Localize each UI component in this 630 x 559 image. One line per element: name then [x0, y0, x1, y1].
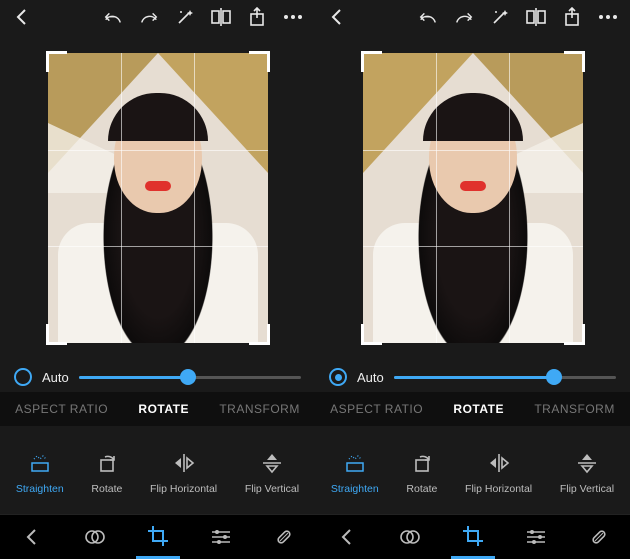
auto-enhance-icon[interactable] — [490, 7, 510, 27]
tool-label: Flip Horizontal — [465, 483, 532, 495]
heal-icon — [589, 527, 609, 547]
compare-icon[interactable] — [526, 7, 546, 27]
crop-grid-line — [363, 150, 583, 151]
auto-radio[interactable] — [329, 368, 347, 386]
crop-grid-line — [509, 53, 510, 343]
auto-radio[interactable] — [14, 368, 32, 386]
crop-handle-tr[interactable] — [249, 51, 270, 72]
undo-icon[interactable] — [418, 7, 438, 27]
crop-handle-bl[interactable] — [361, 324, 382, 345]
crop-handle-br[interactable] — [564, 324, 585, 345]
back-icon — [25, 528, 39, 546]
tab-aspect-ratio[interactable]: ASPECT RATIO — [330, 402, 423, 416]
crop-icon — [462, 525, 484, 547]
tool-label: Straighten — [331, 483, 379, 495]
tool-straighten[interactable]: Straighten — [16, 450, 64, 495]
flipv-icon — [259, 450, 285, 476]
crop-handle-tr[interactable] — [564, 51, 585, 72]
tool-label: Flip Vertical — [560, 483, 614, 495]
straighten-slider[interactable] — [394, 376, 616, 379]
looks-icon — [84, 528, 106, 546]
nav-heal[interactable] — [262, 517, 306, 557]
more-icon[interactable] — [598, 7, 618, 27]
tool-fliph[interactable]: Flip Horizontal — [465, 450, 532, 495]
crop-handle-tl[interactable] — [46, 51, 67, 72]
sliders-icon — [210, 528, 232, 546]
tool-label: Rotate — [91, 483, 122, 495]
slider-thumb[interactable] — [180, 369, 196, 385]
tool-rotate[interactable]: Rotate — [91, 450, 122, 495]
tab-transform[interactable]: TRANSFORM — [534, 402, 615, 416]
tool-flipv[interactable]: Flip Vertical — [560, 450, 614, 495]
tool-label: Flip Horizontal — [150, 483, 217, 495]
flipv-icon — [574, 450, 600, 476]
straighten-slider[interactable] — [79, 376, 301, 379]
nav-back[interactable] — [325, 517, 369, 557]
tab-aspect-ratio[interactable]: ASPECT RATIO — [15, 402, 108, 416]
rotate-icon — [94, 450, 120, 476]
nav-adjust[interactable] — [514, 517, 558, 557]
heal-icon — [274, 527, 294, 547]
tool-fliph[interactable]: Flip Horizontal — [150, 450, 217, 495]
tool-rotate[interactable]: Rotate — [406, 450, 437, 495]
crop-grid-line — [121, 53, 122, 343]
crop-handle-bl[interactable] — [46, 324, 67, 345]
auto-label: Auto — [42, 370, 69, 385]
crop-grid-line — [48, 150, 268, 151]
tool-label: Straighten — [16, 483, 64, 495]
nav-crop[interactable] — [451, 516, 495, 559]
tool-flipv[interactable]: Flip Vertical — [245, 450, 299, 495]
tab-rotate[interactable]: ROTATE — [138, 402, 189, 416]
crop-grid-line — [194, 53, 195, 343]
straighten-icon — [342, 450, 368, 476]
back-icon[interactable] — [12, 7, 32, 27]
crop-handle-br[interactable] — [249, 324, 270, 345]
auto-enhance-icon[interactable] — [175, 7, 195, 27]
sliders-icon — [525, 528, 547, 546]
crop-grid-line — [363, 246, 583, 247]
tool-straighten[interactable]: Straighten — [331, 450, 379, 495]
image-canvas[interactable] — [0, 34, 315, 362]
rotate-icon — [409, 450, 435, 476]
fliph-icon — [486, 450, 512, 476]
nav-heal[interactable] — [577, 517, 621, 557]
looks-icon — [399, 528, 421, 546]
redo-icon[interactable] — [139, 7, 159, 27]
crop-handle-tl[interactable] — [361, 51, 382, 72]
crop-grid-line — [436, 53, 437, 343]
undo-icon[interactable] — [103, 7, 123, 27]
crop-grid-line — [48, 246, 268, 247]
nav-back[interactable] — [10, 517, 54, 557]
back-icon — [340, 528, 354, 546]
compare-icon[interactable] — [211, 7, 231, 27]
tool-label: Flip Vertical — [245, 483, 299, 495]
slider-thumb[interactable] — [546, 369, 562, 385]
nav-looks[interactable] — [73, 517, 117, 557]
nav-looks[interactable] — [388, 517, 432, 557]
crop-icon — [147, 525, 169, 547]
photo — [363, 53, 583, 343]
share-icon[interactable] — [562, 7, 582, 27]
tab-transform[interactable]: TRANSFORM — [219, 402, 300, 416]
photo — [48, 53, 268, 343]
straighten-icon — [27, 450, 53, 476]
nav-crop[interactable] — [136, 516, 180, 559]
share-icon[interactable] — [247, 7, 267, 27]
image-canvas[interactable] — [315, 34, 630, 362]
tool-label: Rotate — [406, 483, 437, 495]
fliph-icon — [171, 450, 197, 476]
back-icon[interactable] — [327, 7, 347, 27]
tab-rotate[interactable]: ROTATE — [453, 402, 504, 416]
nav-adjust[interactable] — [199, 517, 243, 557]
redo-icon[interactable] — [454, 7, 474, 27]
auto-label: Auto — [357, 370, 384, 385]
more-icon[interactable] — [283, 7, 303, 27]
